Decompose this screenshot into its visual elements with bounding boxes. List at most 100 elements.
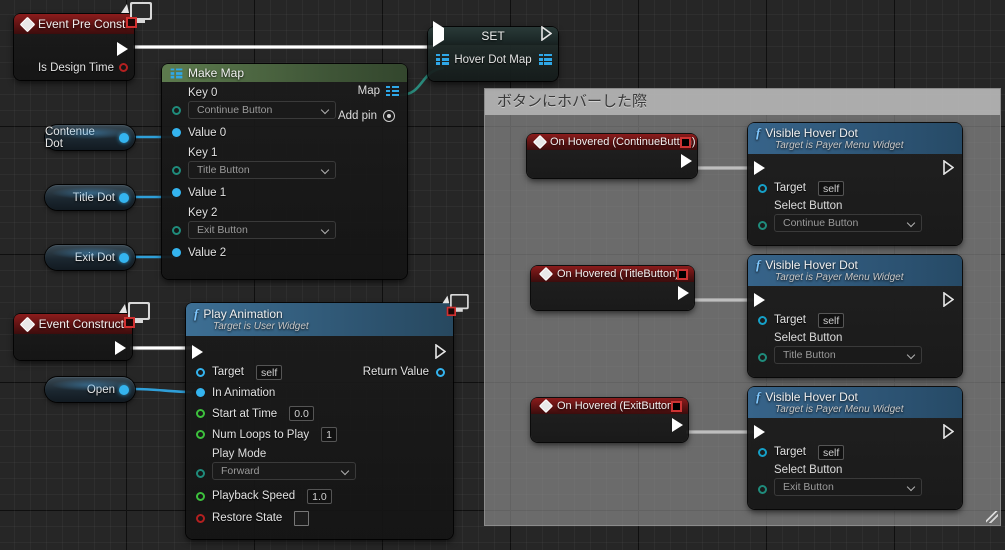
select-button-combo[interactable]: Exit Button [774, 478, 922, 496]
node-on-hovered-continue[interactable]: On Hovered (ContinueButton) [527, 134, 697, 178]
pin-row-target[interactable]: Target self Return Value [186, 362, 453, 382]
node-on-hovered-title[interactable]: On Hovered (TitleButton) [531, 266, 694, 310]
start-at-time-value[interactable]: 0.0 [289, 406, 314, 421]
key-1-pin[interactable] [172, 166, 181, 175]
num-loops-pin[interactable] [196, 430, 205, 439]
pin-row-in-animation[interactable]: In Animation [186, 382, 453, 403]
pin-row-playback-speed[interactable]: Playback Speed 1.0 [186, 485, 453, 507]
variable-out-pin[interactable] [119, 252, 129, 263]
num-loops-value[interactable]: 1 [321, 427, 338, 442]
node-visible-hover-dot-2[interactable]: f Visible Hover Dot Target is Payer Menu… [748, 255, 962, 377]
exec-in-pin[interactable] [192, 345, 203, 359]
exec-in-pin[interactable] [754, 293, 765, 307]
target-pin[interactable] [758, 447, 767, 457]
exec-out-pin[interactable] [435, 343, 447, 362]
restore-state-pin[interactable] [196, 513, 205, 523]
variable-out-pin[interactable] [119, 132, 129, 143]
pin-row-value-2[interactable]: Value 2 [162, 244, 407, 261]
variable-node-exit-dot[interactable]: Exit Dot [45, 245, 135, 270]
value-2-pin[interactable] [172, 248, 181, 257]
exec-out-pin[interactable] [678, 286, 689, 300]
target-value[interactable]: self [817, 444, 845, 460]
exec-out-pin[interactable] [943, 159, 955, 178]
set-input-map-pin-icon[interactable] [436, 54, 449, 65]
pin-row-exec[interactable] [186, 342, 453, 362]
play-mode-pin[interactable] [196, 469, 205, 478]
pin-row-exec-out[interactable] [531, 284, 694, 302]
node-set-hover-dot-map[interactable]: SET Hover Dot Map [428, 21, 558, 81]
pin-row-hover-dot-map[interactable]: Hover Dot Map [428, 51, 558, 68]
return-value-pin[interactable] [436, 367, 445, 377]
play-mode-combo[interactable]: Forward [212, 462, 356, 480]
pin-row-start-at-time[interactable]: Start at Time 0.0 [186, 403, 453, 424]
node-visible-hover-dot-3[interactable]: f Visible Hover Dot Target is Payer Menu… [748, 387, 962, 509]
playback-speed-value[interactable]: 1.0 [307, 488, 332, 504]
exec-out-pin[interactable] [943, 423, 955, 442]
node-visible-hover-dot-1[interactable]: f Visible Hover Dot Target is Payer Menu… [748, 123, 962, 245]
exec-out-pin[interactable] [672, 418, 683, 432]
pin-row-target[interactable]: Target self [748, 178, 962, 198]
key-2-combo[interactable]: Exit Button [188, 221, 336, 239]
restore-state-checkbox[interactable] [294, 510, 310, 526]
pin-row-value-1[interactable]: Value 1 [162, 184, 407, 201]
value-1-pin[interactable] [172, 188, 181, 197]
comment-resize-handle[interactable] [986, 511, 998, 523]
pin-row-exec-out[interactable] [531, 416, 688, 434]
target-value[interactable]: self [255, 364, 283, 380]
select-button-pin[interactable] [758, 353, 767, 362]
pin-row-return-value[interactable]: Return Value [363, 366, 445, 378]
pin-row-exec-out[interactable] [14, 338, 132, 358]
delegate-badge-icon[interactable] [671, 401, 682, 412]
boolean-pin-icon[interactable] [119, 63, 128, 72]
exec-in-pin[interactable] [754, 425, 765, 439]
pin-row-is-design-time[interactable]: Is Design Time [14, 59, 134, 76]
set-output-map-pin-icon[interactable] [538, 54, 552, 65]
select-button-combo[interactable]: Continue Button [774, 214, 922, 232]
node-on-hovered-exit[interactable]: On Hovered (ExitButton) [531, 398, 688, 442]
node-event-pre-construct[interactable]: Event Pre Construct Is Design Time [14, 14, 134, 80]
pin-row-exec-out[interactable] [14, 38, 134, 59]
variable-node-open[interactable]: Open [45, 377, 135, 402]
key-0-pin[interactable] [172, 106, 181, 115]
pin-row-exec[interactable] [748, 291, 962, 310]
variable-out-pin[interactable] [119, 192, 129, 203]
delegate-badge-icon[interactable] [680, 137, 691, 148]
pin-row-value-0[interactable]: Value 0 [162, 124, 407, 141]
target-pin[interactable] [758, 183, 767, 193]
comment-box-title[interactable]: ボタンにホバーした際 [485, 89, 1000, 115]
node-make-map[interactable]: Make Map Map Add pin Key 0 Continue Butt… [162, 64, 407, 279]
blueprint-graph-canvas[interactable]: ボタンにホバーした際 Event Pre Construct Is Design… [0, 0, 1005, 550]
key-0-combo[interactable]: Continue Button [188, 101, 336, 119]
target-value[interactable]: self [817, 180, 845, 196]
variable-node-title-dot[interactable]: Title Dot [45, 185, 135, 210]
variable-out-pin[interactable] [119, 384, 129, 395]
pin-row-target[interactable]: Target self [748, 442, 962, 462]
select-button-pin[interactable] [758, 221, 767, 230]
in-animation-pin[interactable] [196, 388, 205, 397]
set-exec-out-pin[interactable] [541, 25, 553, 44]
pin-row-target[interactable]: Target self [748, 310, 962, 330]
node-play-animation[interactable]: f Play Animation Target is User Widget T… [186, 303, 453, 539]
exec-out-pin[interactable] [115, 341, 126, 355]
pin-row-restore-state[interactable]: Restore State [186, 507, 453, 529]
key-2-pin[interactable] [172, 226, 181, 235]
exec-out-pin[interactable] [681, 154, 692, 168]
target-value[interactable]: self [817, 312, 845, 328]
pin-row-exec[interactable] [748, 159, 962, 178]
delegate-badge-icon[interactable] [677, 269, 688, 280]
variable-node-contenue-dot[interactable]: Contenue Dot [45, 125, 135, 150]
select-button-pin[interactable] [758, 485, 767, 494]
value-0-pin[interactable] [172, 128, 181, 137]
exec-in-pin[interactable] [754, 161, 765, 175]
key-1-combo[interactable]: Title Button [188, 161, 336, 179]
pin-row-exec[interactable] [748, 423, 962, 442]
select-button-combo[interactable]: Title Button [774, 346, 922, 364]
pin-row-exec-out[interactable] [527, 152, 697, 170]
exec-out-pin[interactable] [117, 41, 128, 56]
playback-speed-pin[interactable] [196, 491, 205, 501]
exec-out-pin[interactable] [943, 291, 955, 310]
node-event-construct[interactable]: Event Construct [14, 314, 132, 360]
target-pin[interactable] [196, 367, 205, 377]
target-pin[interactable] [758, 315, 767, 325]
set-exec-in-pin[interactable] [433, 21, 444, 47]
